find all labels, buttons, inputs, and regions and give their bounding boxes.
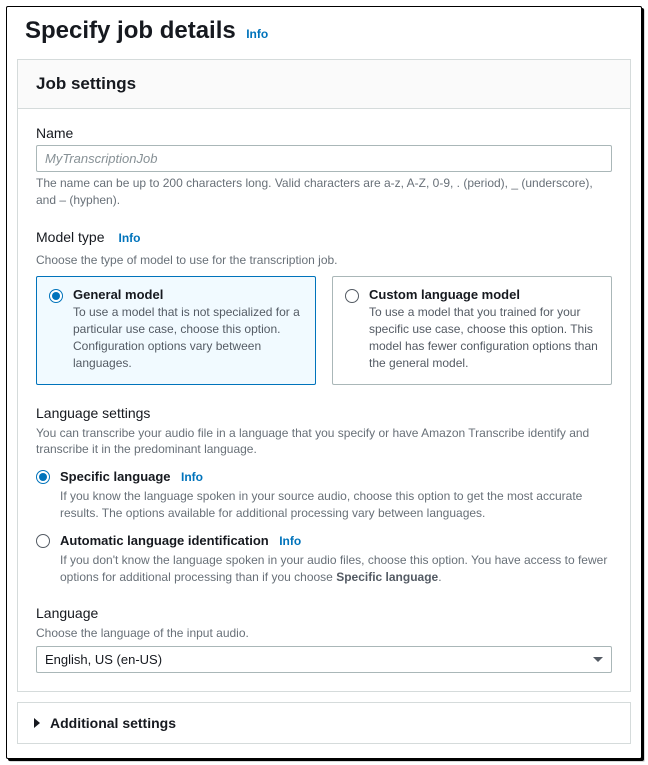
model-type-help: Choose the type of model to use for the …	[36, 252, 612, 269]
chevron-right-icon	[34, 718, 40, 728]
header-info-link[interactable]: Info	[246, 27, 268, 41]
model-type-custom-tile[interactable]: Custom language model To use a model tha…	[332, 276, 612, 384]
language-settings-label: Language settings	[36, 405, 612, 421]
specific-language-info-link[interactable]: Info	[181, 470, 203, 484]
language-help: Choose the language of the input audio.	[36, 625, 612, 642]
language-select-value: English, US (en-US)	[45, 652, 162, 667]
name-input[interactable]	[36, 145, 612, 172]
general-model-title: General model	[73, 287, 303, 302]
language-settings-help: You can transcribe your audio file in a …	[36, 425, 612, 459]
automatic-language-title: Automatic language identification	[60, 533, 269, 548]
radio-icon	[345, 289, 359, 303]
specific-language-radio[interactable]: Specific language Info If you know the l…	[36, 468, 612, 522]
automatic-language-radio[interactable]: Automatic language identification Info I…	[36, 532, 612, 586]
job-settings-title: Job settings	[36, 74, 612, 94]
model-type-info-link[interactable]: Info	[118, 231, 140, 245]
page-title: Specify job details	[25, 17, 236, 44]
radio-icon	[36, 470, 50, 484]
name-label: Name	[36, 125, 612, 141]
custom-model-desc: To use a model that you trained for your…	[369, 304, 599, 371]
specific-language-desc: If you know the language spoken in your …	[60, 488, 612, 522]
chevron-down-icon	[593, 657, 603, 662]
additional-settings-toggle[interactable]: Additional settings	[18, 703, 630, 743]
specific-language-title: Specific language	[60, 469, 171, 484]
automatic-language-desc: If you don't know the language spoken in…	[60, 552, 612, 586]
radio-icon	[49, 289, 63, 303]
name-help: The name can be up to 200 characters lon…	[36, 175, 612, 209]
model-type-label: Model type	[36, 229, 104, 245]
general-model-desc: To use a model that is not specialized f…	[73, 304, 303, 371]
additional-settings-panel: Additional settings	[17, 702, 631, 744]
model-type-general-tile[interactable]: General model To use a model that is not…	[36, 276, 316, 384]
additional-settings-title: Additional settings	[50, 715, 176, 731]
language-label: Language	[36, 605, 612, 621]
radio-icon	[36, 534, 50, 548]
custom-model-title: Custom language model	[369, 287, 599, 302]
job-settings-panel: Job settings Name The name can be up to …	[17, 59, 631, 692]
language-select[interactable]: English, US (en-US)	[36, 646, 612, 673]
automatic-language-info-link[interactable]: Info	[279, 534, 301, 548]
